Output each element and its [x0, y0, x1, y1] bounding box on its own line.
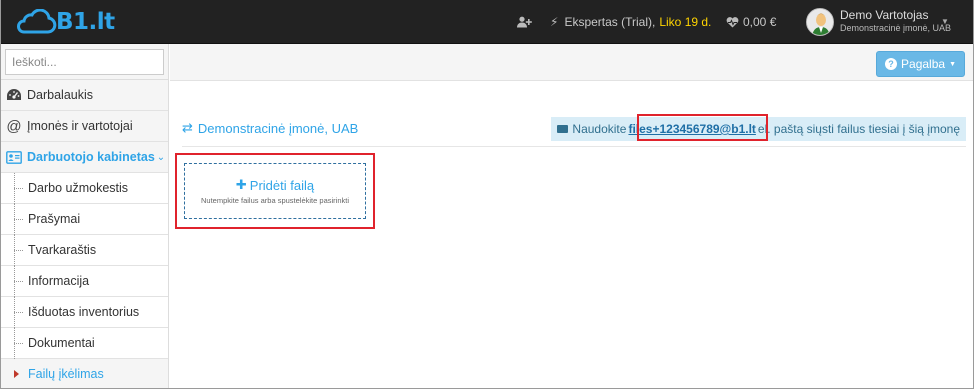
plan-label: Ekspertas (Trial),: [564, 15, 656, 29]
sidebar-subitem-requests[interactable]: Prašymai: [1, 204, 168, 235]
caret-down-icon: ▼: [941, 17, 949, 26]
sidebar-item-label: Įmonės ir vartotojai: [27, 119, 133, 133]
dashboard-icon: [6, 87, 22, 103]
company-name: Demonstracinė įmonė, UAB: [197, 120, 359, 136]
exchange-icon: ⇄: [182, 120, 193, 135]
top-navbar: B1.lt ⚡ Ekspertas (Trial), Liko 19 d. 0,…: [0, 0, 974, 44]
sidebar-subitem-label: Dokumentai: [28, 336, 95, 350]
sidebar-subitem-schedule[interactable]: Tvarkaraštis: [1, 235, 168, 266]
sidebar-subitem-label: Prašymai: [28, 212, 81, 226]
heartbeat-icon: [726, 16, 739, 27]
sidebar-item-label: Darbalaukis: [27, 88, 94, 102]
bolt-icon: ⚡: [550, 15, 559, 29]
email-note-suffix: el. paštą siųsti failus tiesiai į šią įm…: [757, 122, 960, 136]
question-icon: ?: [885, 58, 898, 70]
sidebar: Darbalaukis @ Įmonės ir vartotojai Darbu…: [1, 44, 169, 389]
add-user-button[interactable]: [516, 0, 532, 44]
plan-status[interactable]: ⚡ Ekspertas (Trial), Liko 19 d.: [550, 0, 711, 44]
user-company: Demonstracinė įmonė, UAB: [840, 23, 952, 33]
logo-text: B1.lt: [56, 9, 115, 35]
chevron-down-icon: ⌄: [156, 151, 166, 163]
cloud-icon: [17, 9, 57, 34]
at-icon: @: [6, 117, 22, 135]
balance-display[interactable]: 0,00 €: [726, 0, 776, 44]
sidebar-subitem-inventory[interactable]: Išduotas inventorius: [1, 297, 168, 328]
avatar: [806, 8, 834, 36]
help-label: Pagalba: [901, 57, 946, 71]
trial-days-left: Liko 19 d.: [659, 15, 712, 29]
company-switch-link[interactable]: ⇄ Demonstracinė įmonė, UAB: [182, 120, 358, 136]
sidebar-subitem-documents[interactable]: Dokumentai: [1, 328, 168, 359]
user-name: Demo Vartotojas: [840, 8, 929, 22]
sidebar-item-dashboard[interactable]: Darbalaukis: [1, 80, 168, 111]
sidebar-item-label: Darbuotojo kabinetas: [27, 150, 155, 164]
sidebar-subitem-label: Informacija: [28, 274, 90, 288]
sidebar-subitem-file-upload[interactable]: Failų įkėlimas: [1, 359, 168, 389]
file-dropzone[interactable]: ✚ Pridėti failą Nutempkite failus arba s…: [184, 163, 366, 219]
help-button[interactable]: ? Pagalba ▼: [876, 51, 965, 77]
email-highlight-box: [637, 114, 768, 141]
sidebar-subitem-label: Išduotas inventorius: [28, 305, 140, 319]
brand-logo[interactable]: B1.lt: [14, 7, 115, 37]
plus-icon: ✚: [235, 177, 247, 192]
email-note-prefix: Naudokite: [572, 122, 627, 136]
sidebar-subitem-label: Tvarkaraštis: [28, 243, 97, 257]
sidebar-item-companies-users[interactable]: @ Įmonės ir vartotojai: [1, 111, 168, 142]
balance-amount: 0,00 €: [743, 15, 777, 29]
id-card-icon: [6, 149, 22, 165]
dropzone-hint: Nutempkite failus arba spustelėkite pasi…: [201, 196, 349, 205]
company-row: ⇄ Demonstracinė įmonė, UAB Naudokite fil…: [182, 113, 966, 147]
sidebar-subitem-payroll[interactable]: Darbo užmokestis: [1, 173, 168, 204]
caret-down-icon: ▼: [949, 60, 956, 68]
user-menu[interactable]: Demo Vartotojas Demonstracinė įmonė, UAB…: [806, 7, 951, 37]
dropzone-highlight-box: ✚ Pridėti failą Nutempkite failus arba s…: [175, 153, 375, 229]
sidebar-item-employee-cabinet[interactable]: Darbuotojo kabinetas ⌄: [1, 142, 168, 173]
main-header: ? Pagalba ▼: [170, 44, 973, 81]
envelope-icon: [557, 125, 569, 133]
sidebar-search: [1, 44, 168, 80]
sidebar-subitem-label: Failų įkėlimas: [28, 367, 104, 381]
sidebar-subitem-label: Darbo užmokestis: [28, 181, 129, 195]
sidebar-subitem-information[interactable]: Informacija: [1, 266, 168, 297]
caret-right-icon: [14, 370, 19, 378]
dropzone-title: Pridėti failą: [249, 177, 315, 193]
user-plus-icon: [517, 16, 532, 28]
search-input[interactable]: [5, 49, 164, 75]
